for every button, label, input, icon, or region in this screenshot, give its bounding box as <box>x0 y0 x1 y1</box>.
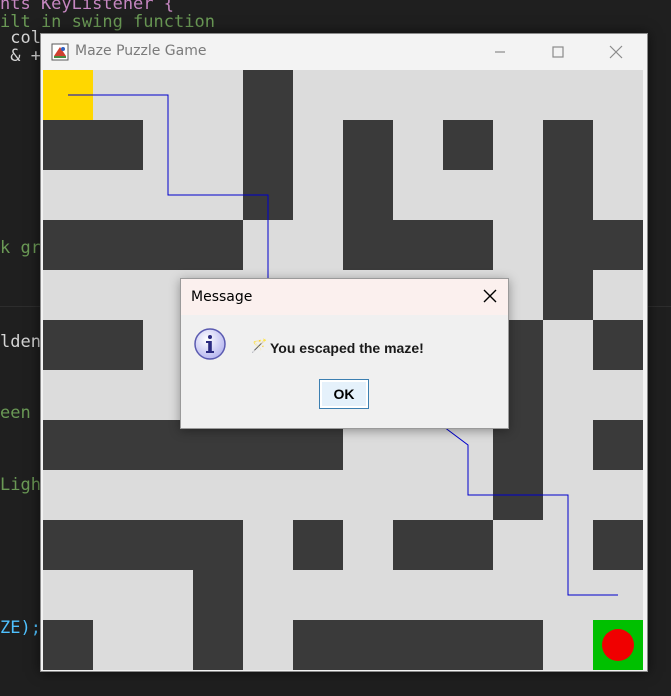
maximize-button[interactable] <box>535 34 581 70</box>
code-line: col <box>0 28 41 48</box>
dialog-titlebar[interactable]: Message <box>181 279 508 315</box>
message-dialog: Message 🪄 You escaped the maze! OK <box>180 278 509 429</box>
close-icon[interactable] <box>482 288 498 304</box>
code-line: een <box>0 403 31 423</box>
window-titlebar[interactable]: Maze Puzzle Game <box>41 34 647 70</box>
window-title: Maze Puzzle Game <box>75 43 207 59</box>
minimize-icon <box>495 51 505 53</box>
close-button[interactable] <box>593 34 639 70</box>
code-line: ZE); <box>0 618 41 638</box>
minimize-button[interactable] <box>477 34 523 70</box>
wand-icon: 🪄 <box>251 339 268 354</box>
code-line: & + <box>0 46 41 66</box>
close-icon <box>609 45 623 59</box>
dialog-title: Message <box>191 289 253 305</box>
maximize-icon <box>552 46 564 58</box>
ok-button[interactable]: OK <box>319 379 369 409</box>
info-icon <box>194 328 226 360</box>
code-line: lden <box>0 332 41 352</box>
java-app-icon <box>51 43 69 61</box>
dialog-message: You escaped the maze! <box>270 340 424 356</box>
